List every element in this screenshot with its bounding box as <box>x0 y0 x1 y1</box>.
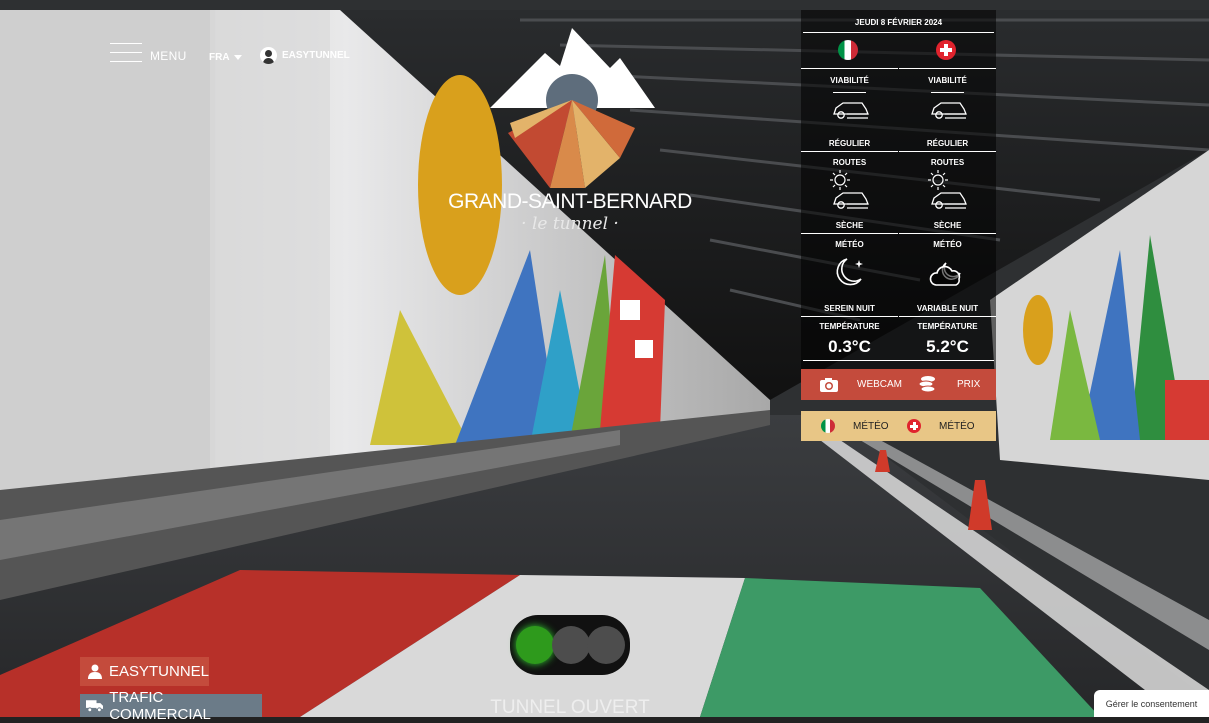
moon-star-icon <box>836 258 863 286</box>
grand-saint-bernard-logo[interactable] <box>490 28 655 188</box>
commercial-traffic-label: TRAFIC COMMERCIAL <box>109 688 211 723</box>
divider <box>801 151 898 152</box>
italy-flag-icon <box>821 419 835 433</box>
panel-date: JEUDI 8 FÉVRIER 2024 <box>854 18 943 27</box>
conditions-panel: JEUDI 8 FÉVRIER 2024 VIABILITÉ RÉGULIER … <box>801 10 996 369</box>
car-icon <box>931 192 967 209</box>
divider <box>803 360 994 361</box>
divider <box>801 233 898 234</box>
easytunnel-button[interactable]: EASYTUNNEL <box>80 657 209 686</box>
user-icon <box>260 47 277 64</box>
user-account-link[interactable]: EASYTUNNEL <box>260 47 350 64</box>
language-value: FRA <box>209 52 230 63</box>
tunnel-status: TUNNEL OUVERT <box>490 697 650 718</box>
user-label: EASYTUNNEL <box>282 50 350 61</box>
traffic-light <box>510 615 630 675</box>
italy-temperature-label: TEMPÉRATURE <box>819 322 880 331</box>
meteo-italy-button[interactable]: MÉTÉO <box>821 411 889 441</box>
italy-viability-label: VIABILITÉ <box>830 76 869 85</box>
caret-down-icon <box>233 54 242 60</box>
car-icon <box>931 102 967 119</box>
green-light <box>516 626 554 664</box>
right-light <box>587 626 625 664</box>
italy-weather-label: MÉTÉO <box>835 240 864 249</box>
user-icon <box>88 664 102 679</box>
divider <box>899 68 996 69</box>
italy-viability-value: RÉGULIER <box>828 139 871 148</box>
switzerland-flag-icon <box>907 419 921 433</box>
switzerland-weather-label: MÉTÉO <box>933 240 962 249</box>
easytunnel-label: EASYTUNNEL <box>108 663 209 680</box>
italy-weather-value: SEREIN NUIT <box>824 304 875 313</box>
divider <box>801 68 898 69</box>
divider <box>899 233 996 234</box>
coins-icon <box>918 375 936 392</box>
divider <box>899 316 996 317</box>
consent-button[interactable]: Gérer le consentement <box>1094 690 1209 717</box>
language-selector[interactable]: FRA <box>209 52 242 63</box>
switzerland-weather-value: VARIABLE NUIT <box>916 304 979 313</box>
price-button[interactable]: PRIX <box>917 369 980 400</box>
car-icon <box>833 192 869 209</box>
italy-roads-label: ROUTES <box>832 158 867 167</box>
camera-icon <box>820 377 838 392</box>
divider <box>931 92 964 93</box>
italy-temperature-value: 0.3°C <box>828 337 871 356</box>
switzerland-viability-value: RÉGULIER <box>926 139 969 148</box>
middle-light <box>552 626 590 664</box>
switzerland-temperature-label: TEMPÉRATURE <box>917 322 978 331</box>
meteo-italy-label: MÉTÉO <box>853 420 889 432</box>
switzerland-roads-label: ROUTES <box>930 158 965 167</box>
brand-subtitle: · le tunnel · <box>521 214 619 234</box>
webcam-button[interactable]: WEBCAM <box>819 369 902 400</box>
switzerland-viability-label: VIABILITÉ <box>928 76 967 85</box>
meteo-bar: MÉTÉO MÉTÉO <box>801 411 996 441</box>
webcam-price-bar: WEBCAM PRIX <box>801 369 996 400</box>
divider <box>833 92 866 93</box>
car-icon <box>833 102 869 119</box>
meteo-switzerland-label: MÉTÉO <box>939 420 975 432</box>
switzerland-flag-icon <box>936 40 956 60</box>
brand-name: GRAND-SAINT-BERNARD <box>448 190 692 213</box>
italy-flag-icon <box>838 40 858 60</box>
switzerland-roads-value: SÈCHE <box>933 221 962 230</box>
divider <box>801 316 898 317</box>
divider <box>803 32 994 33</box>
menu-hamburger-icon[interactable] <box>110 43 142 67</box>
italy-roads-value: SÈCHE <box>835 221 864 230</box>
price-label: PRIX <box>957 379 981 390</box>
commercial-traffic-button[interactable]: TRAFIC COMMERCIAL <box>80 689 262 723</box>
switzerland-temperature-value: 5.2°C <box>926 337 969 356</box>
truck-icon <box>86 700 104 712</box>
cloud-moon-icon <box>929 262 961 286</box>
meteo-switzerland-button[interactable]: MÉTÉO <box>907 411 975 441</box>
divider <box>899 151 996 152</box>
menu-label[interactable]: MENU <box>150 49 187 63</box>
webcam-label: WEBCAM <box>857 379 902 390</box>
